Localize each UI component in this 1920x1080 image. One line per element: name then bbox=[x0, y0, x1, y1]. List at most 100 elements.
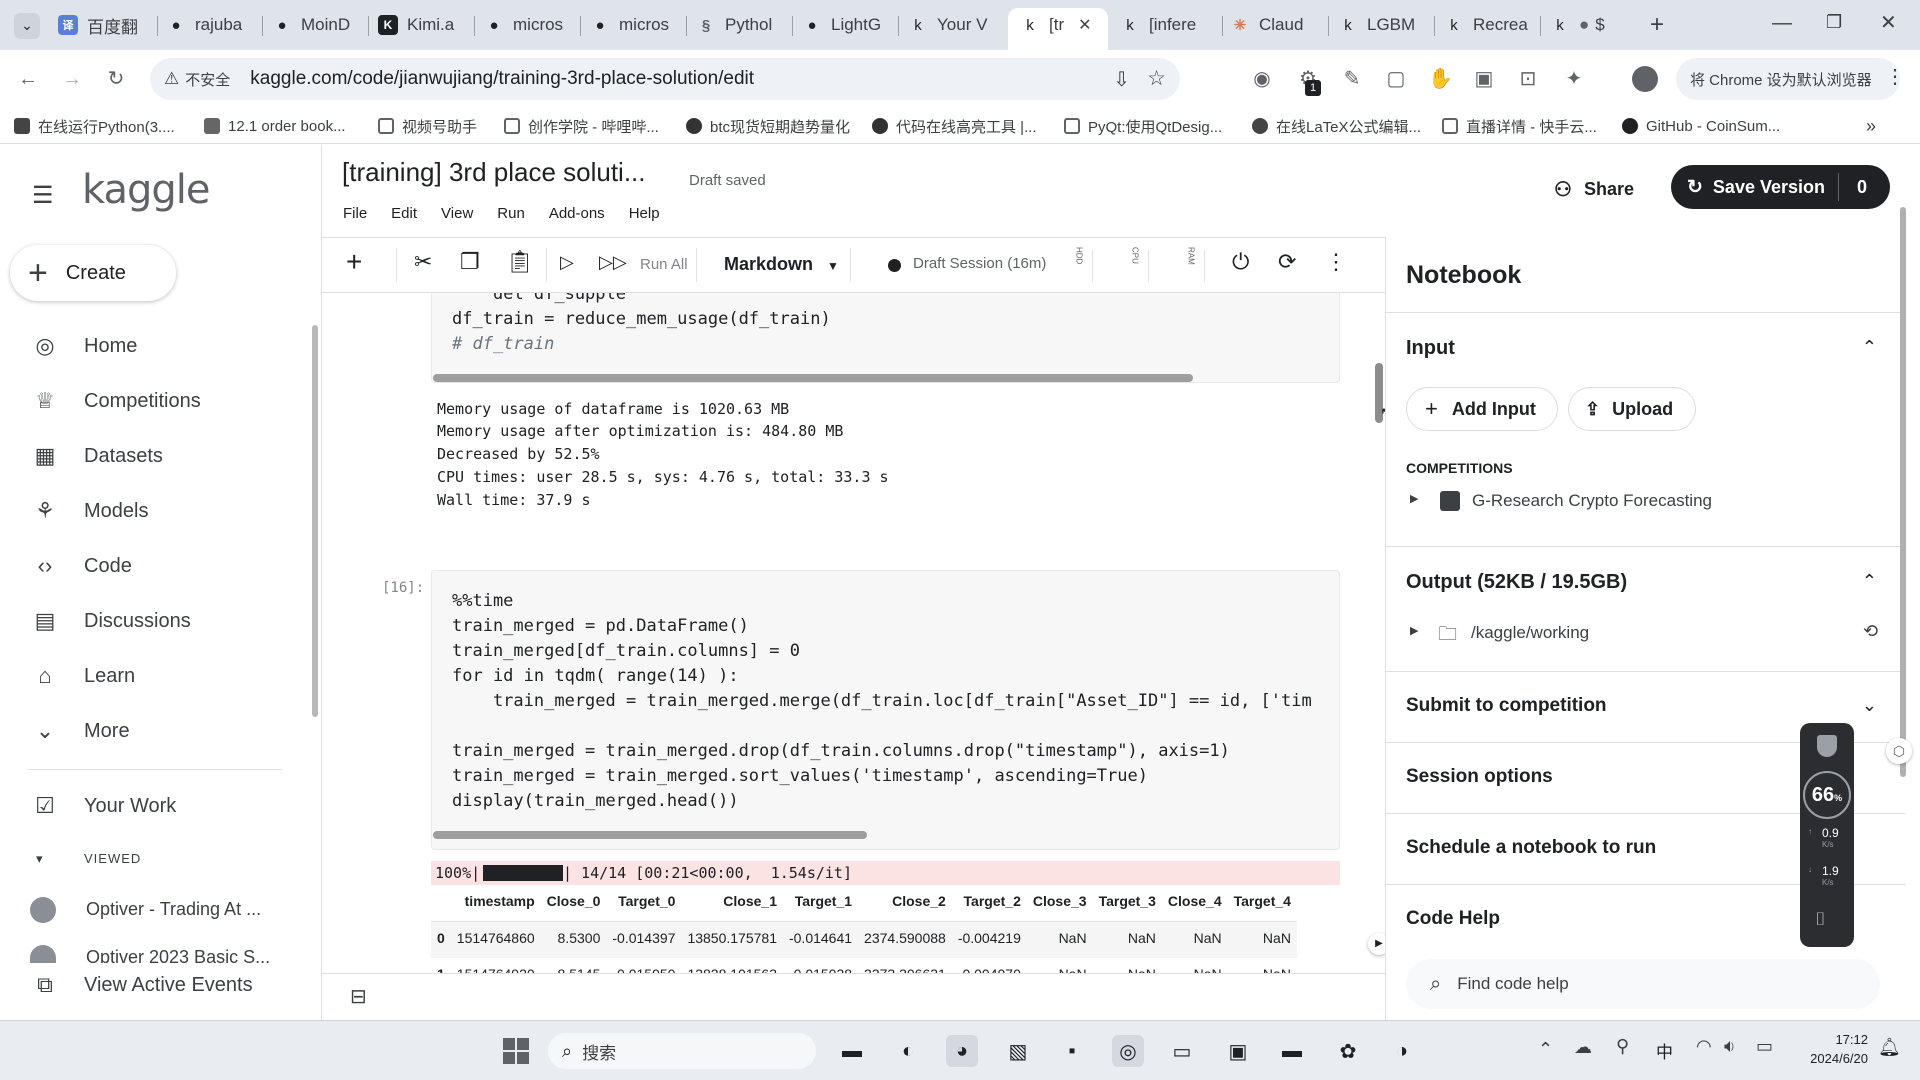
install-app-icon[interactable]: ⇩ bbox=[1113, 67, 1130, 92]
schedule-section-heading[interactable]: Schedule a notebook to run bbox=[1406, 837, 1656, 859]
viewed-item[interactable]: Optiver - Trading At ... bbox=[86, 899, 261, 920]
chevron-up-icon[interactable]: ⌃ bbox=[1862, 337, 1877, 358]
run-all-button[interactable]: Run All bbox=[640, 256, 688, 273]
terminal-icon[interactable]: ▣ bbox=[1222, 1035, 1254, 1067]
taskbar-search[interactable]: ⌕ 搜索 bbox=[548, 1033, 816, 1069]
file-explorer-icon[interactable]: ▭ bbox=[1166, 1035, 1198, 1067]
notification-bell-icon[interactable]: 🔔︎ bbox=[1878, 1037, 1901, 1058]
forward-icon[interactable]: → bbox=[60, 67, 84, 91]
bookmark-item[interactable]: 视频号助手 bbox=[378, 116, 477, 136]
menu-view[interactable]: View bbox=[441, 205, 473, 222]
find-code-help-input[interactable]: ⌕ Find code help bbox=[1406, 959, 1880, 1009]
ram-meter[interactable]: RAM bbox=[1186, 247, 1196, 267]
show-hidden-icons[interactable]: ⌃ bbox=[1538, 1039, 1553, 1060]
close-tab-icon[interactable]: ✕ bbox=[1078, 15, 1091, 35]
photos-icon[interactable]: ▧ bbox=[1002, 1035, 1034, 1067]
chrome-menu-icon[interactable]: ⋮ bbox=[1885, 64, 1905, 89]
bookmark-item[interactable]: 直播详情 - 快手云... bbox=[1442, 116, 1597, 136]
horizontal-scrollbar[interactable] bbox=[433, 374, 1193, 382]
browser-tab[interactable]: k Your V bbox=[908, 8, 1003, 42]
bookmark-item[interactable]: 在线运行Python(3.... bbox=[14, 116, 175, 136]
viewed-item[interactable]: Optiver 2023 Basic S... bbox=[86, 947, 286, 963]
expand-caret-icon[interactable]: ▶ bbox=[1410, 624, 1418, 637]
browser-tab[interactable]: k [infere bbox=[1120, 8, 1220, 42]
console-app-icon[interactable]: ▬ bbox=[1276, 1035, 1308, 1067]
share-button[interactable]: ⚇ Share bbox=[1554, 177, 1634, 202]
upload-button[interactable]: ⇪ Upload bbox=[1568, 387, 1696, 431]
sidebar-item-discussions[interactable]: ▤ Discussions bbox=[28, 601, 191, 641]
bookmark-item[interactable]: 在线LaTeX公式编辑... bbox=[1252, 116, 1421, 136]
microphone-icon[interactable]: ⚲ bbox=[1616, 1036, 1629, 1057]
session-label[interactable]: Draft Session (16m) bbox=[913, 255, 1046, 272]
browser-tab[interactable]: ● micros bbox=[484, 8, 574, 42]
bookmark-item[interactable]: btc现货短期趋势量化 bbox=[686, 116, 850, 136]
run-all-icon[interactable]: ▷▷ bbox=[599, 252, 627, 273]
hamburger-menu-icon[interactable]: ☰ bbox=[32, 181, 54, 210]
url-text[interactable]: kaggle.com/code/jianwujiang/training-3rd… bbox=[250, 68, 754, 90]
sidebar-item-datasets[interactable]: ▦ Datasets bbox=[28, 436, 163, 476]
browser-tab[interactable]: § Pythol bbox=[696, 8, 786, 42]
paste-icon[interactable]: 📋︎ bbox=[506, 249, 534, 275]
new-tab-button[interactable]: + bbox=[1650, 11, 1664, 39]
wifi-icon[interactable]: ◠ bbox=[1696, 1036, 1712, 1057]
sidebar-item-competitions[interactable]: ♕ Competitions bbox=[28, 381, 201, 421]
sidebar-item-your-work[interactable]: ☑ Your Work bbox=[28, 786, 176, 826]
edge-icon[interactable]: ◐ bbox=[892, 1035, 924, 1067]
app-icon[interactable]: ◑ bbox=[1386, 1035, 1418, 1067]
restore-window-button[interactable]: ❐ bbox=[1826, 12, 1842, 33]
more-bookmarks-icon[interactable]: » bbox=[1866, 116, 1876, 136]
browser-tab-active[interactable]: k [tr ✕ bbox=[1008, 8, 1108, 50]
volume-icon[interactable]: 🔉︎ bbox=[1724, 1036, 1735, 1057]
browser-tab[interactable]: ✳ Claud bbox=[1230, 8, 1325, 42]
code-cell[interactable]: del df_supple df_train = reduce_mem_usag… bbox=[431, 293, 1340, 383]
menu-help[interactable]: Help bbox=[629, 205, 660, 222]
menu-add-ons[interactable]: Add-ons bbox=[549, 205, 605, 222]
restart-icon[interactable]: ⟳ bbox=[1278, 249, 1296, 275]
competition-name[interactable]: G-Research Crypto Forecasting bbox=[1472, 491, 1712, 511]
bookmark-item[interactable]: 代码在线高亮工具 |... bbox=[872, 116, 1037, 136]
input-section-heading[interactable]: Input bbox=[1406, 337, 1455, 360]
code-cell[interactable]: %%time train_merged = pd.DataFrame() tra… bbox=[431, 570, 1340, 850]
battery-icon[interactable]: ▭ bbox=[1756, 1036, 1773, 1057]
start-icon[interactable] bbox=[500, 1035, 532, 1067]
expand-caret-icon[interactable]: ▶ bbox=[1410, 492, 1418, 505]
output-section-heading[interactable]: Output (52KB / 19.5GB) bbox=[1406, 571, 1627, 594]
horizontal-scrollbar[interactable] bbox=[433, 831, 867, 839]
browser-tab[interactable]: k LGBM bbox=[1338, 8, 1433, 42]
create-button[interactable]: + Create bbox=[10, 245, 176, 301]
browser-tab[interactable]: 译百度翻 bbox=[58, 8, 148, 42]
minimize-window-button[interactable]: — bbox=[1772, 12, 1792, 35]
kaggle-logo[interactable]: kaggle bbox=[82, 167, 210, 213]
reload-icon[interactable]: ↻ bbox=[104, 67, 128, 91]
profile-avatar[interactable] bbox=[1632, 66, 1658, 92]
session-options-heading[interactable]: Session options bbox=[1406, 766, 1553, 788]
menu-file[interactable]: File bbox=[343, 205, 367, 222]
save-version-button[interactable]: ↻ Save Version 0 bbox=[1671, 165, 1890, 209]
cut-icon[interactable]: ✂ bbox=[414, 249, 432, 275]
security-label[interactable]: 不安全 bbox=[185, 69, 230, 90]
copy-icon[interactable]: ❐ bbox=[460, 249, 480, 275]
clock-date[interactable]: 2024/6/20 bbox=[1788, 1051, 1868, 1066]
address-bar[interactable]: ⚠ 不安全 kaggle.com/code/jianwujiang/traini… bbox=[150, 58, 1180, 100]
bookmark-item[interactable]: 12.1 order book... bbox=[204, 116, 346, 136]
cloud-icon[interactable]: ☁ bbox=[1574, 1037, 1592, 1058]
add-input-button[interactable]: + Add Input bbox=[1406, 387, 1558, 431]
set-default-browser-button[interactable]: 将 Chrome 设为默认浏览器 bbox=[1676, 58, 1900, 100]
power-icon[interactable]: ⏻ bbox=[1232, 249, 1249, 275]
bookmark-star-icon[interactable]: ☆ bbox=[1147, 66, 1166, 91]
extensions-puzzle-icon[interactable]: ✦ bbox=[1562, 67, 1586, 91]
panel-scrollbar[interactable] bbox=[1900, 207, 1906, 777]
hdd-meter[interactable]: HDD bbox=[1074, 247, 1084, 266]
view-active-events-button[interactable]: ⧉ View Active Events bbox=[28, 965, 252, 1005]
bookmark-item[interactable]: 创作学院 - 哔哩哔... bbox=[504, 116, 659, 136]
screenshot-extension-icon[interactable]: ⊡ bbox=[1516, 67, 1540, 91]
console-icon[interactable]: ⊟ bbox=[350, 984, 367, 1009]
browser-tab[interactable]: ● micros bbox=[590, 8, 680, 42]
add-cell-icon[interactable]: + bbox=[346, 246, 362, 278]
run-cell-icon[interactable]: ▷ bbox=[560, 252, 574, 273]
sidebar-item-home[interactable]: ◎ Home bbox=[28, 326, 137, 366]
output-path[interactable]: /kaggle/working bbox=[1471, 623, 1589, 643]
warning-icon[interactable]: ⚠ bbox=[164, 69, 179, 89]
cell-type-select[interactable]: Markdown ▼ bbox=[724, 254, 839, 275]
submit-section-heading[interactable]: Submit to competition bbox=[1406, 695, 1607, 717]
